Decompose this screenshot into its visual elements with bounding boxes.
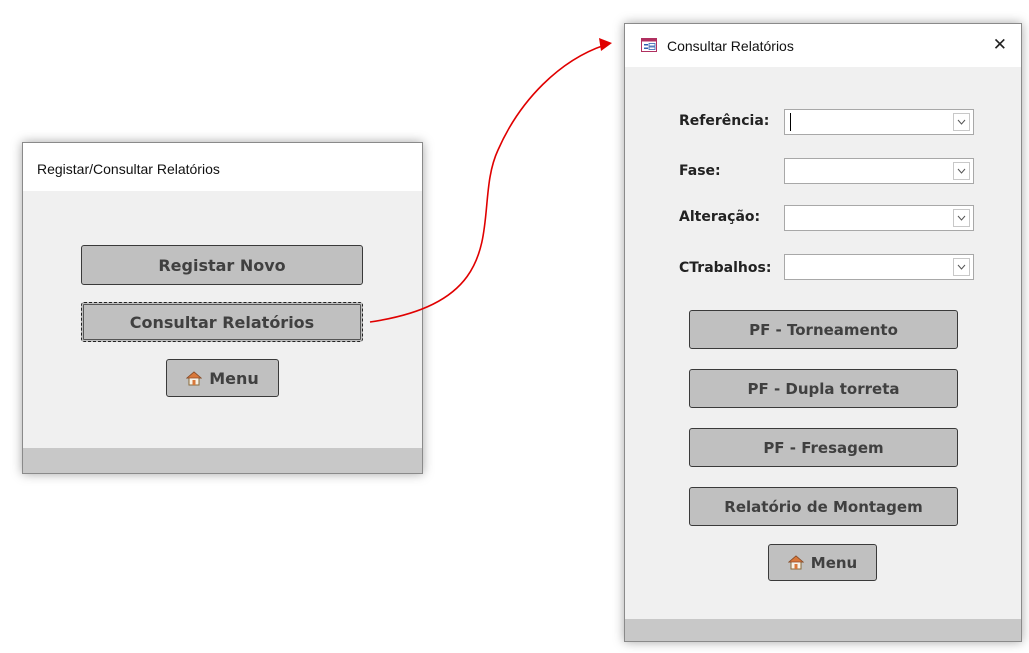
dropdown-arrow-icon[interactable] — [953, 162, 970, 180]
right-menu-label: Menu — [810, 553, 858, 572]
pf-dupla-torreta-label: PF - Dupla torreta — [747, 379, 900, 398]
right-menu-button[interactable]: Menu — [768, 544, 877, 581]
connector-arrowhead — [599, 38, 612, 51]
dropdown-arrow-icon[interactable] — [953, 258, 970, 276]
referencia-combo[interactable] — [784, 109, 974, 135]
pf-fresagem-label: PF - Fresagem — [763, 438, 884, 457]
left-status-bar — [23, 448, 422, 473]
fase-label: Fase: — [679, 163, 721, 179]
left-window-title: Registar/Consultar Relatórios — [37, 161, 220, 177]
right-window: Consultar Relatórios ✕ Referência: Fase:… — [624, 23, 1022, 642]
consultar-relatorios-button[interactable]: Consultar Relatórios — [81, 302, 363, 342]
home-icon — [185, 370, 203, 386]
pf-fresagem-button[interactable]: PF - Fresagem — [689, 428, 958, 467]
pf-torneamento-label: PF - Torneamento — [749, 320, 898, 339]
text-caret — [790, 113, 791, 131]
fase-combo[interactable] — [784, 158, 974, 184]
left-title-bar: Registar/Consultar Relatórios — [23, 143, 422, 191]
form-icon — [641, 38, 657, 52]
home-icon — [787, 555, 805, 570]
relatorio-montagem-label: Relatório de Montagem — [724, 497, 923, 516]
right-window-title: Consultar Relatórios — [667, 38, 794, 54]
dropdown-arrow-icon[interactable] — [953, 113, 970, 131]
close-icon[interactable]: ✕ — [993, 35, 1007, 55]
ctrabalhos-combo[interactable] — [784, 254, 974, 280]
menu-label: Menu — [209, 368, 259, 388]
right-status-bar — [625, 619, 1021, 641]
dropdown-arrow-icon[interactable] — [953, 209, 970, 227]
consultar-relatorios-label: Consultar Relatórios — [129, 312, 315, 332]
menu-button[interactable]: Menu — [166, 359, 279, 397]
registar-novo-button[interactable]: Registar Novo — [81, 245, 363, 285]
pf-torneamento-button[interactable]: PF - Torneamento — [689, 310, 958, 349]
ctrabalhos-label: CTrabalhos: — [679, 260, 772, 276]
referencia-label: Referência: — [679, 113, 770, 129]
alteracao-combo[interactable] — [784, 205, 974, 231]
right-title-bar: Consultar Relatórios ✕ — [625, 24, 1021, 67]
pf-dupla-torreta-button[interactable]: PF - Dupla torreta — [689, 369, 958, 408]
left-window: Registar/Consultar Relatórios Registar N… — [22, 142, 423, 474]
registar-novo-label: Registar Novo — [158, 255, 286, 275]
alteracao-label: Alteração: — [679, 209, 761, 225]
relatorio-montagem-button[interactable]: Relatório de Montagem — [689, 487, 958, 526]
